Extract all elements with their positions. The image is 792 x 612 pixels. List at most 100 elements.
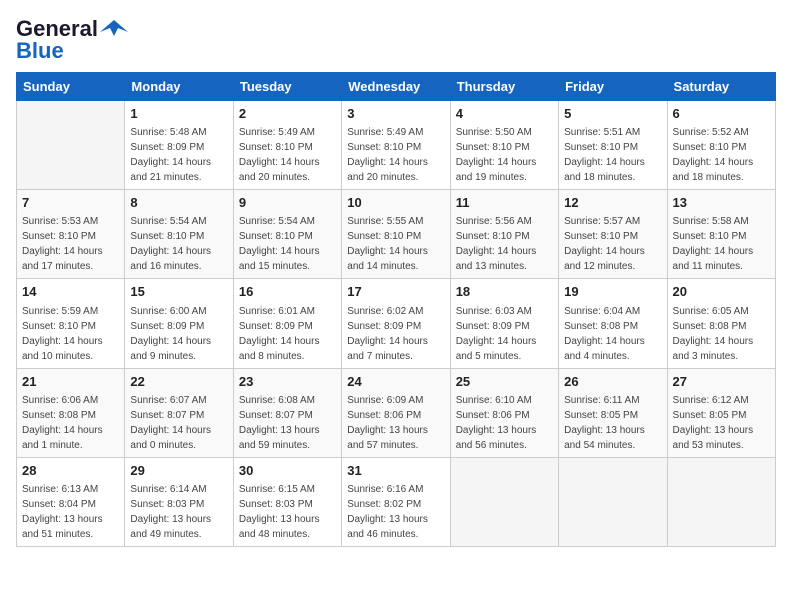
day-info: Sunrise: 6:07 AM Sunset: 8:07 PM Dayligh… [130, 393, 227, 453]
logo: General Blue [16, 16, 128, 64]
day-info: Sunrise: 5:54 AM Sunset: 8:10 PM Dayligh… [239, 214, 336, 274]
day-info: Sunrise: 6:13 AM Sunset: 8:04 PM Dayligh… [22, 482, 119, 542]
day-number: 13 [673, 194, 770, 212]
day-info: Sunrise: 5:54 AM Sunset: 8:10 PM Dayligh… [130, 214, 227, 274]
day-info: Sunrise: 5:59 AM Sunset: 8:10 PM Dayligh… [22, 304, 119, 364]
day-number: 27 [673, 373, 770, 391]
calendar-cell: 24 Sunrise: 6:09 AM Sunset: 8:06 PM Dayli… [342, 368, 450, 457]
day-number: 5 [564, 105, 661, 123]
day-number: 24 [347, 373, 444, 391]
week-row-3: 14Sunrise: 5:59 AM Sunset: 8:10 PM Dayli… [17, 279, 776, 368]
day-info: Sunrise: 5:55 AM Sunset: 8:10 PM Dayligh… [347, 214, 444, 274]
weekday-header-sunday: Sunday [17, 73, 125, 101]
day-number: 31 [347, 462, 444, 480]
calendar-cell [17, 101, 125, 190]
day-info: Sunrise: 6:02 AM Sunset: 8:09 PM Dayligh… [347, 304, 444, 364]
week-row-2: 7 Sunrise: 5:53 AM Sunset: 8:10 PM Daylig… [17, 190, 776, 279]
weekday-header-monday: Monday [125, 73, 233, 101]
week-row-5: 28 Sunrise: 6:13 AM Sunset: 8:04 PM Dayli… [17, 457, 776, 546]
calendar-cell: 5 Sunrise: 5:51 AM Sunset: 8:10 PM Daylig… [559, 101, 667, 190]
day-info: Sunrise: 5:49 AM Sunset: 8:10 PM Dayligh… [239, 125, 336, 185]
weekday-header-saturday: Saturday [667, 73, 775, 101]
day-info: Sunrise: 6:01 AM Sunset: 8:09 PM Dayligh… [239, 304, 336, 364]
day-number: 21 [22, 373, 119, 391]
day-number: 22 [130, 373, 227, 391]
day-info: Sunrise: 6:08 AM Sunset: 8:07 PM Dayligh… [239, 393, 336, 453]
calendar-cell: 31 Sunrise: 6:16 AM Sunset: 8:02 PM Dayli… [342, 457, 450, 546]
day-info: Sunrise: 5:51 AM Sunset: 8:10 PM Dayligh… [564, 125, 661, 185]
week-row-1: 1Sunrise: 5:48 AM Sunset: 8:09 PM Daylig… [17, 101, 776, 190]
calendar-cell: 22 Sunrise: 6:07 AM Sunset: 8:07 PM Dayli… [125, 368, 233, 457]
calendar-cell: 30 Sunrise: 6:15 AM Sunset: 8:03 PM Dayli… [233, 457, 341, 546]
calendar-cell: 8 Sunrise: 5:54 AM Sunset: 8:10 PM Daylig… [125, 190, 233, 279]
day-number: 29 [130, 462, 227, 480]
day-number: 4 [456, 105, 553, 123]
day-number: 9 [239, 194, 336, 212]
calendar-cell: 11 Sunrise: 5:56 AM Sunset: 8:10 PM Dayli… [450, 190, 558, 279]
day-number: 12 [564, 194, 661, 212]
day-number: 30 [239, 462, 336, 480]
day-info: Sunrise: 6:16 AM Sunset: 8:02 PM Dayligh… [347, 482, 444, 542]
calendar-table: SundayMondayTuesdayWednesdayThursdayFrid… [16, 72, 776, 547]
calendar-cell: 1Sunrise: 5:48 AM Sunset: 8:09 PM Daylig… [125, 101, 233, 190]
calendar-cell: 21 Sunrise: 6:06 AM Sunset: 8:08 PM Dayli… [17, 368, 125, 457]
day-number: 7 [22, 194, 119, 212]
calendar-cell: 16 Sunrise: 6:01 AM Sunset: 8:09 PM Dayli… [233, 279, 341, 368]
weekday-header-thursday: Thursday [450, 73, 558, 101]
calendar-cell: 23 Sunrise: 6:08 AM Sunset: 8:07 PM Dayli… [233, 368, 341, 457]
calendar-cell: 13 Sunrise: 5:58 AM Sunset: 8:10 PM Dayli… [667, 190, 775, 279]
day-number: 20 [673, 283, 770, 301]
day-number: 3 [347, 105, 444, 123]
calendar-cell: 25Sunrise: 6:10 AM Sunset: 8:06 PM Dayli… [450, 368, 558, 457]
day-number: 17 [347, 283, 444, 301]
calendar-cell: 4 Sunrise: 5:50 AM Sunset: 8:10 PM Daylig… [450, 101, 558, 190]
day-number: 6 [673, 105, 770, 123]
calendar-cell [450, 457, 558, 546]
calendar-cell: 27 Sunrise: 6:12 AM Sunset: 8:05 PM Dayli… [667, 368, 775, 457]
calendar-cell: 12 Sunrise: 5:57 AM Sunset: 8:10 PM Dayli… [559, 190, 667, 279]
day-number: 1 [130, 105, 227, 123]
calendar-cell: 14Sunrise: 5:59 AM Sunset: 8:10 PM Dayli… [17, 279, 125, 368]
day-info: Sunrise: 6:12 AM Sunset: 8:05 PM Dayligh… [673, 393, 770, 453]
weekday-header-friday: Friday [559, 73, 667, 101]
day-info: Sunrise: 5:53 AM Sunset: 8:10 PM Dayligh… [22, 214, 119, 274]
day-info: Sunrise: 5:57 AM Sunset: 8:10 PM Dayligh… [564, 214, 661, 274]
calendar-cell [667, 457, 775, 546]
day-info: Sunrise: 5:56 AM Sunset: 8:10 PM Dayligh… [456, 214, 553, 274]
day-info: Sunrise: 6:04 AM Sunset: 8:08 PM Dayligh… [564, 304, 661, 364]
day-number: 28 [22, 462, 119, 480]
day-info: Sunrise: 6:11 AM Sunset: 8:05 PM Dayligh… [564, 393, 661, 453]
day-info: Sunrise: 6:10 AM Sunset: 8:06 PM Dayligh… [456, 393, 553, 453]
day-info: Sunrise: 5:58 AM Sunset: 8:10 PM Dayligh… [673, 214, 770, 274]
day-number: 8 [130, 194, 227, 212]
day-info: Sunrise: 6:06 AM Sunset: 8:08 PM Dayligh… [22, 393, 119, 453]
weekday-header-tuesday: Tuesday [233, 73, 341, 101]
calendar-cell: 3 Sunrise: 5:49 AM Sunset: 8:10 PM Daylig… [342, 101, 450, 190]
day-number: 19 [564, 283, 661, 301]
day-number: 10 [347, 194, 444, 212]
calendar-cell: 18Sunrise: 6:03 AM Sunset: 8:09 PM Dayli… [450, 279, 558, 368]
day-info: Sunrise: 6:00 AM Sunset: 8:09 PM Dayligh… [130, 304, 227, 364]
day-number: 26 [564, 373, 661, 391]
calendar-cell: 17 Sunrise: 6:02 AM Sunset: 8:09 PM Dayli… [342, 279, 450, 368]
calendar-cell: 15 Sunrise: 6:00 AM Sunset: 8:09 PM Dayli… [125, 279, 233, 368]
logo-blue: Blue [16, 38, 64, 64]
day-info: Sunrise: 6:14 AM Sunset: 8:03 PM Dayligh… [130, 482, 227, 542]
day-info: Sunrise: 5:50 AM Sunset: 8:10 PM Dayligh… [456, 125, 553, 185]
day-info: Sunrise: 6:03 AM Sunset: 8:09 PM Dayligh… [456, 304, 553, 364]
calendar-cell: 20 Sunrise: 6:05 AM Sunset: 8:08 PM Dayli… [667, 279, 775, 368]
day-number: 11 [456, 194, 553, 212]
day-number: 16 [239, 283, 336, 301]
header: General Blue [16, 16, 776, 64]
calendar-cell: 6Sunrise: 5:52 AM Sunset: 8:10 PM Daylig… [667, 101, 775, 190]
calendar-cell: 7 Sunrise: 5:53 AM Sunset: 8:10 PM Daylig… [17, 190, 125, 279]
logo-bird-icon [100, 18, 128, 40]
day-info: Sunrise: 6:09 AM Sunset: 8:06 PM Dayligh… [347, 393, 444, 453]
day-info: Sunrise: 6:05 AM Sunset: 8:08 PM Dayligh… [673, 304, 770, 364]
day-number: 23 [239, 373, 336, 391]
calendar-cell: 29 Sunrise: 6:14 AM Sunset: 8:03 PM Dayli… [125, 457, 233, 546]
day-number: 15 [130, 283, 227, 301]
calendar-cell: 28 Sunrise: 6:13 AM Sunset: 8:04 PM Dayli… [17, 457, 125, 546]
day-info: Sunrise: 6:15 AM Sunset: 8:03 PM Dayligh… [239, 482, 336, 542]
day-info: Sunrise: 5:49 AM Sunset: 8:10 PM Dayligh… [347, 125, 444, 185]
